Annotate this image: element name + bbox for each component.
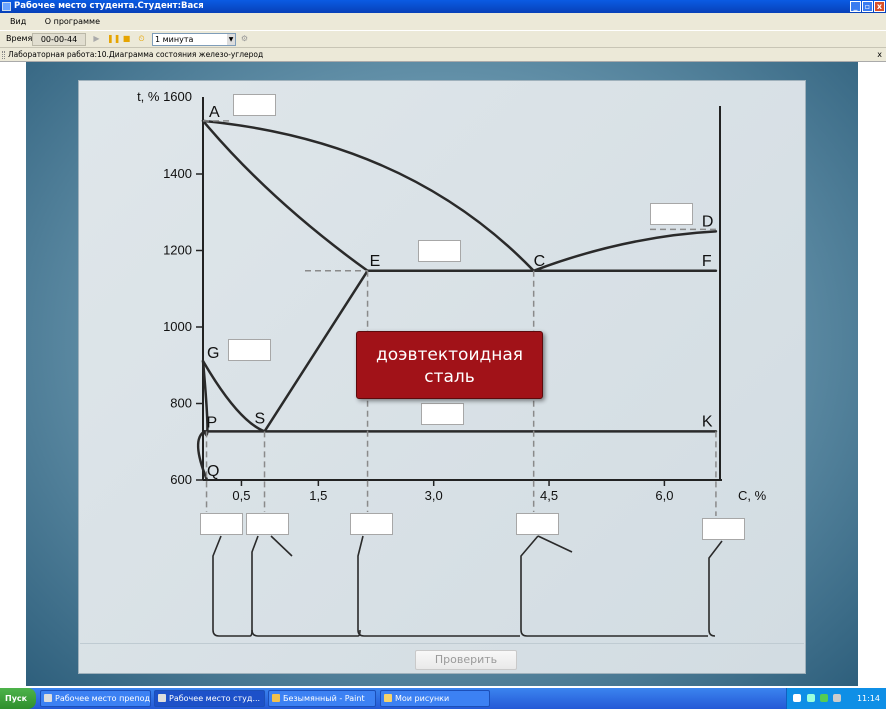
region-bracket [520, 535, 708, 637]
task-paint[interactable]: Безымянный - Paint [268, 690, 376, 707]
y-axis-label: t, % 1600 [137, 89, 192, 104]
task-label: Мои рисунки [395, 694, 450, 703]
answer-box-bottom-3[interactable] [350, 513, 393, 535]
region-bracket [708, 540, 723, 637]
line-es [263, 269, 369, 433]
y-tick-label: 1200 [163, 243, 192, 258]
paint-icon [272, 694, 280, 702]
point-label-d: D [702, 213, 714, 230]
app-icon [158, 694, 166, 702]
x-tick-label: 6,0 [655, 488, 673, 503]
region-bracket [537, 535, 573, 553]
region-bracket [212, 535, 250, 637]
x-axis-label: C, % [738, 488, 767, 503]
region-bracket [357, 535, 520, 637]
taskbar: Пуск Рабочее место препода... Рабочее ме… [0, 688, 886, 709]
clock: 11:14 [856, 694, 880, 703]
liquidus-cd [532, 230, 718, 273]
y-tick-label: 1400 [163, 166, 192, 181]
language-icon[interactable] [793, 694, 801, 702]
y-tick-label: 800 [170, 396, 192, 411]
answer-box-d[interactable] [650, 203, 693, 225]
region-bracket [249, 629, 253, 637]
volume-icon[interactable] [833, 694, 841, 702]
answer-box-bottom-5[interactable] [702, 518, 745, 540]
term-line-1: доэвтектоидная [376, 345, 523, 365]
point-label-a: A [209, 104, 220, 121]
task-label: Рабочее место студ... [169, 694, 261, 703]
answer-box-bottom-4[interactable] [516, 513, 559, 535]
point-label-q: Q [207, 463, 219, 480]
point-label-s: S [255, 410, 266, 427]
task-label: Безымянный - Paint [283, 694, 365, 703]
answer-box-g[interactable] [228, 339, 271, 361]
x-tick-label: 4,5 [540, 488, 558, 503]
answer-box-bottom-2[interactable] [246, 513, 289, 535]
task-teacher[interactable]: Рабочее место препода... [40, 690, 151, 707]
task-student[interactable]: Рабочее место студ... [154, 690, 265, 707]
app-icon [44, 694, 52, 702]
answer-box-a[interactable] [233, 94, 276, 116]
point-label-g: G [207, 345, 219, 362]
point-label-f: F [702, 253, 712, 270]
region-bracket [251, 535, 358, 637]
answer-box-ec[interactable] [418, 240, 461, 262]
check-button[interactable]: Проверить [415, 650, 517, 670]
x-tick-label: 1,5 [309, 488, 327, 503]
x-tick-label: 3,0 [425, 488, 443, 503]
point-label-e: E [370, 253, 381, 270]
y-tick-label: 1000 [163, 319, 192, 334]
y-tick-label: 600 [170, 472, 192, 487]
start-button[interactable]: Пуск [0, 688, 36, 709]
point-label-p: P [207, 414, 218, 431]
region-bracket [270, 535, 293, 557]
task-label: Рабочее место препода... [55, 694, 151, 703]
x-tick-label: 0,5 [232, 488, 250, 503]
term-line-2: сталь [424, 367, 475, 387]
answer-box-sk[interactable] [421, 403, 464, 425]
liquidus-ac [201, 119, 535, 273]
point-label-c: C [534, 253, 546, 270]
solidus-ae [201, 119, 369, 273]
network-icon[interactable] [807, 694, 815, 702]
task-my-pictures[interactable]: Мои рисунки [380, 690, 490, 707]
antivirus-icon[interactable] [820, 694, 828, 702]
answer-box-bottom-1[interactable] [200, 513, 243, 535]
point-label-k: K [702, 413, 713, 430]
system-tray: 11:14 [786, 688, 886, 709]
draggable-term-card[interactable]: доэвтектоидная сталь [356, 331, 543, 399]
folder-icon [384, 694, 392, 702]
